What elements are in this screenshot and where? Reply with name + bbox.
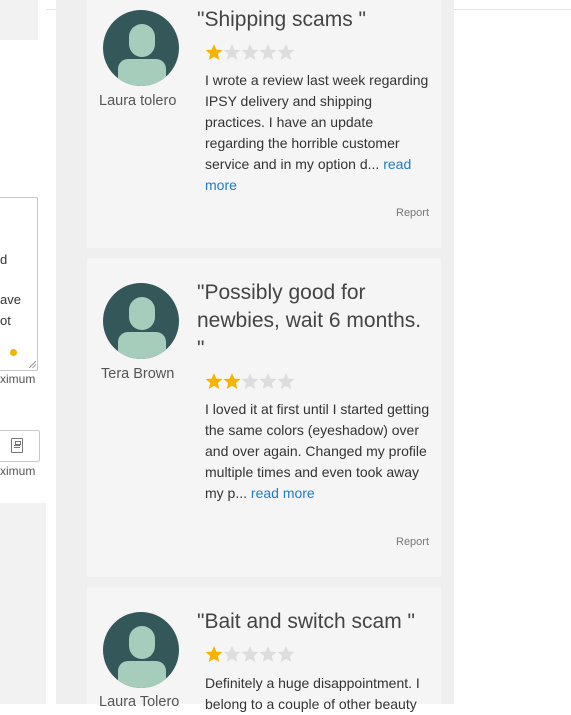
star-empty-icon — [259, 373, 277, 389]
star-empty-icon — [241, 44, 259, 60]
report-link[interactable]: Report — [396, 207, 429, 219]
textarea-text-fragment: d — [0, 252, 8, 267]
resize-grip-icon[interactable] — [29, 361, 36, 368]
star-empty-icon — [241, 646, 259, 662]
star-empty-icon — [277, 373, 295, 389]
form-footer-box — [0, 503, 46, 704]
textarea-text-fragment: ave — [0, 292, 21, 307]
star-rating — [205, 43, 295, 61]
read-more-link[interactable]: read more — [251, 485, 315, 501]
star-empty-icon — [259, 646, 277, 662]
character-limit-note: ximum — [0, 464, 36, 478]
review-title: "Bait and switch scam " — [197, 610, 415, 633]
star-empty-icon — [259, 44, 277, 60]
textarea-text-fragment: ot — [0, 313, 11, 328]
review-textarea[interactable] — [0, 197, 38, 371]
star-empty-icon — [277, 44, 295, 60]
document-icon — [11, 438, 23, 453]
character-limit-note: ximum — [0, 372, 36, 386]
avatar-icon — [103, 10, 179, 86]
review-title: "Shipping scams " — [197, 8, 366, 31]
report-link[interactable]: Report — [396, 536, 429, 548]
review-text: I loved it at first until I started gett… — [205, 399, 435, 504]
star-filled-icon — [223, 373, 241, 389]
star-filled-icon — [205, 373, 223, 389]
star-empty-icon — [277, 646, 295, 662]
review-body: Definitely a huge disappointment. I belo… — [205, 675, 420, 712]
review-text: I wrote a review last week regarding IPS… — [205, 70, 435, 196]
review-title: "Possibly good for newbies, wait 6 month… — [197, 281, 422, 360]
avatar-icon — [103, 612, 179, 688]
reviewer-name: Laura Tolero — [99, 694, 180, 710]
review-text: Definitely a huge disappointment. I belo… — [205, 673, 435, 715]
star-filled-icon — [205, 44, 223, 60]
star-empty-icon — [241, 373, 259, 389]
spellcheck-dot-icon — [10, 349, 17, 356]
star-rating — [205, 372, 295, 390]
reviewer-name: Tera Brown — [101, 366, 175, 382]
star-rating — [205, 645, 295, 663]
avatar-icon — [103, 283, 179, 359]
star-empty-icon — [223, 44, 241, 60]
review-body: I loved it at first until I started gett… — [205, 401, 430, 501]
reviewer-name: Laura tolero — [99, 93, 177, 109]
form-header-box — [0, 0, 38, 40]
star-filled-icon — [205, 646, 223, 662]
star-empty-icon — [223, 646, 241, 662]
review-form-column: d ave ot ximum ximum — [0, 0, 46, 704]
